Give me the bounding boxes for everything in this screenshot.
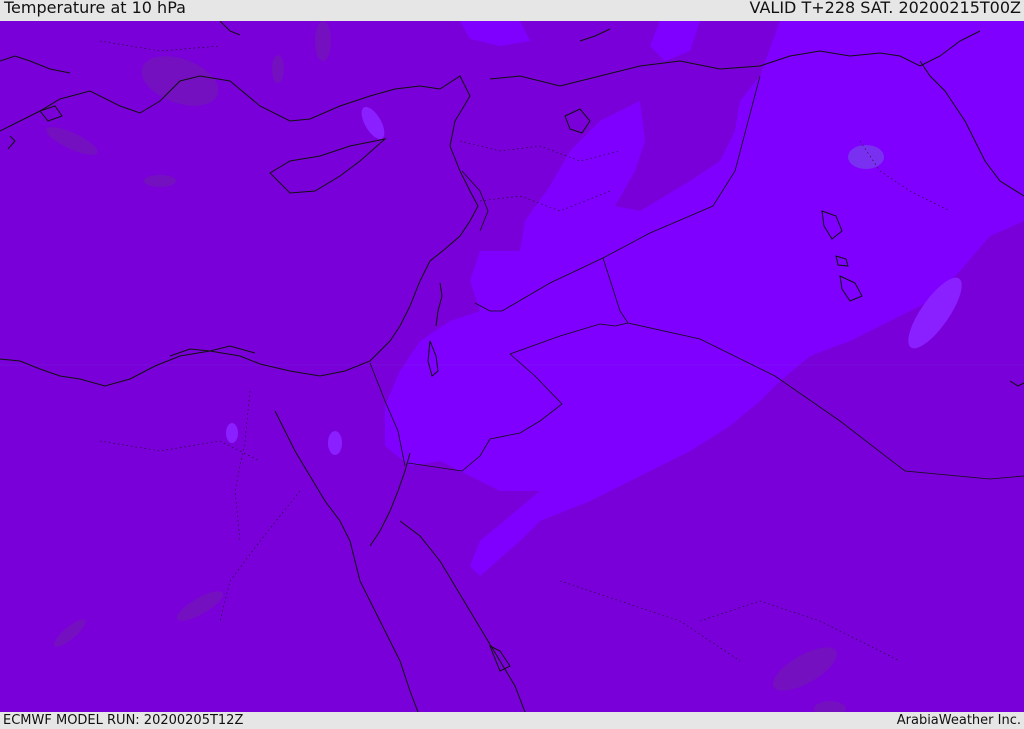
- map-title: Temperature at 10 hPa: [4, 0, 186, 17]
- map-canvas[interactable]: [0, 21, 1024, 712]
- temperature-map: [0, 21, 1024, 712]
- cold-patch-8: [272, 55, 284, 83]
- header-bar: Temperature at 10 hPa VALID T+228 SAT. 2…: [0, 0, 1024, 21]
- highlight-spot-2: [226, 423, 238, 443]
- model-run-label: ECMWF MODEL RUN: 20200205T12Z: [3, 713, 244, 728]
- cold-patch-7: [315, 21, 331, 61]
- highlight-spot-1: [848, 145, 884, 169]
- cold-patch-3: [144, 175, 176, 187]
- footer-bar: ECMWF MODEL RUN: 20200205T12Z ArabiaWeat…: [0, 712, 1024, 729]
- credit-label: ArabiaWeather Inc.: [896, 713, 1021, 728]
- highlight-spot-3: [328, 431, 342, 455]
- valid-time: VALID T+228 SAT. 20200215T00Z: [749, 0, 1021, 17]
